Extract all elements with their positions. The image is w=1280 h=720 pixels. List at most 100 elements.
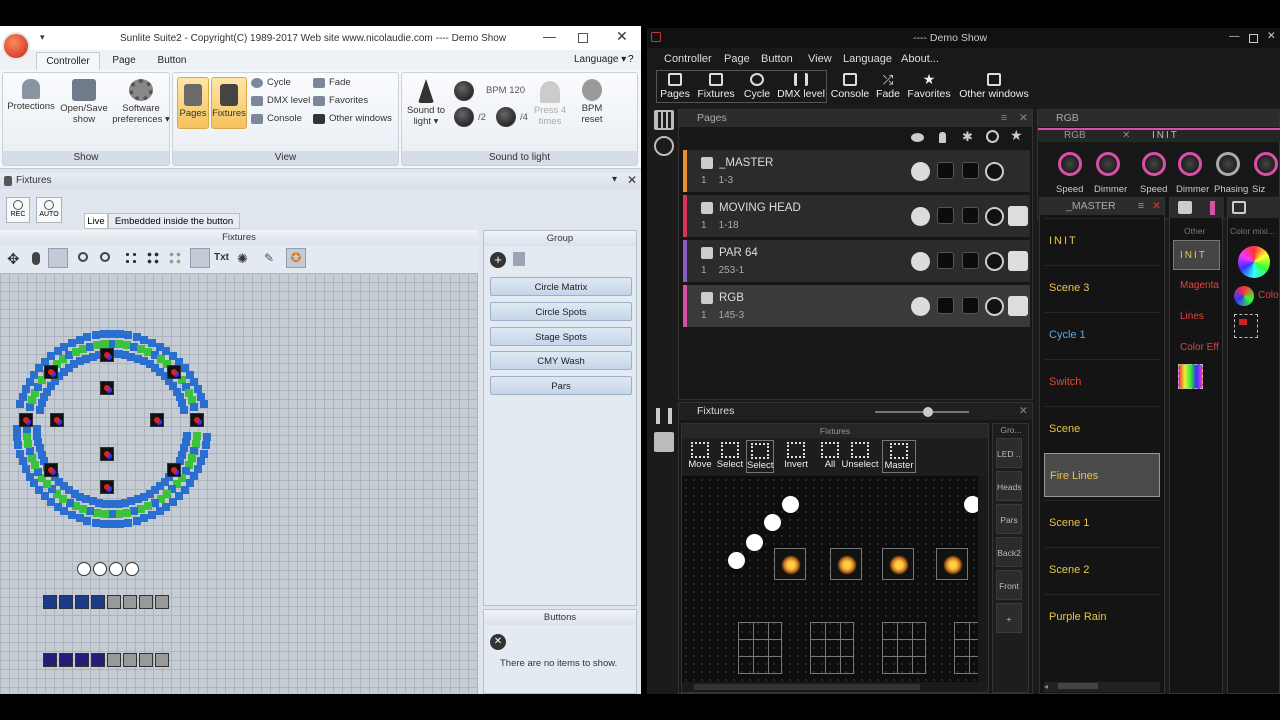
knob-dial[interactable]: [1096, 152, 1120, 176]
fixture-group-button[interactable]: Back2: [996, 537, 1022, 567]
matrix-cell[interactable]: [148, 511, 156, 519]
matrix-cell[interactable]: [31, 461, 39, 469]
remove-button-icon[interactable]: ✕: [490, 634, 506, 650]
app-logo-icon[interactable]: [2, 32, 30, 60]
select-none-icon[interactable]: [168, 251, 182, 265]
matrix-cell[interactable]: [19, 457, 27, 465]
par-light[interactable]: [93, 562, 107, 576]
page-row-asterisk-toggle[interactable]: [962, 297, 979, 314]
group-pars[interactable]: Pars: [490, 376, 632, 395]
fixture-group-button[interactable]: Pars: [996, 504, 1022, 534]
wash-fixture[interactable]: [107, 595, 121, 609]
wash-fixture[interactable]: [91, 595, 105, 609]
matrix-cell[interactable]: [14, 441, 22, 449]
matrix-cell[interactable]: [202, 441, 210, 449]
rgb-lines-button[interactable]: Lines: [1173, 311, 1219, 322]
maximize-button[interactable]: [578, 33, 588, 43]
master-button[interactable]: Scene 3: [1044, 265, 1160, 309]
matrix-cell[interactable]: [34, 468, 42, 476]
fixture-tool-button[interactable]: Invert: [782, 440, 810, 473]
page-row-visibility-icon[interactable]: [911, 162, 930, 181]
matrix-cell[interactable]: [26, 378, 34, 386]
matrix-cell[interactable]: [68, 511, 76, 519]
color-dashed-thumbnail[interactable]: [1234, 314, 1258, 338]
rec-button[interactable]: REC: [6, 197, 30, 223]
page-row-star-icon[interactable]: [1008, 251, 1028, 271]
spot-fixture[interactable]: [19, 413, 33, 427]
menu-page[interactable]: Page: [724, 53, 750, 65]
matrix-cell[interactable]: [86, 507, 94, 515]
matrix-cell[interactable]: [92, 331, 100, 339]
page-row-star-icon[interactable]: [1008, 206, 1028, 226]
group-cmy-wash[interactable]: CMY Wash: [490, 351, 632, 370]
matrix-cell[interactable]: [190, 403, 198, 411]
master-menu-icon[interactable]: ≡: [1138, 198, 1144, 215]
menu-button[interactable]: Button: [761, 53, 793, 65]
matrix-cell[interactable]: [180, 406, 188, 414]
master-button[interactable]: INIT: [1044, 218, 1160, 262]
matrix-cell[interactable]: [30, 371, 38, 379]
matrix-cell[interactable]: [54, 503, 62, 511]
press-4-times-button[interactable]: Press 4 times: [530, 79, 570, 127]
toolbar-console[interactable]: Console: [829, 70, 871, 103]
matrix-cell[interactable]: [203, 433, 211, 441]
par-light[interactable]: [125, 562, 139, 576]
page-row[interactable]: _MASTER 1 1-3: [683, 150, 1030, 192]
color-wheel-icon[interactable]: [1238, 246, 1270, 278]
matrix-cell[interactable]: [101, 510, 109, 518]
matrix-cell[interactable]: [66, 499, 74, 507]
text-icon[interactable]: Txt: [214, 252, 229, 263]
spot-fixture[interactable]: [44, 365, 58, 379]
wash-fixture[interactable]: [155, 595, 169, 609]
pages-menu-icon[interactable]: ≡: [1001, 110, 1007, 127]
select-tool-icon[interactable]: [48, 248, 68, 268]
master-button[interactable]: Scene 2: [1044, 547, 1160, 591]
fixture-point[interactable]: [746, 534, 763, 551]
tab-live[interactable]: Live: [84, 213, 108, 229]
matrix-cell[interactable]: [22, 465, 30, 473]
fixture-matrix[interactable]: [882, 622, 926, 674]
fixture-tool-button[interactable]: Select: [746, 440, 774, 473]
page-row[interactable]: MOVING HEAD 1 1-18: [683, 195, 1030, 237]
rgb-sub-close[interactable]: ✕: [1122, 130, 1130, 141]
par-light[interactable]: [77, 562, 91, 576]
master-button[interactable]: Switch: [1044, 359, 1160, 403]
matrix-cell[interactable]: [137, 505, 145, 513]
fixture-group-button[interactable]: +: [996, 603, 1022, 633]
bpm-reset-button[interactable]: BPM reset: [572, 77, 612, 125]
toolbar-fixtures[interactable]: Fixtures: [695, 70, 737, 103]
wand-icon[interactable]: ✎: [264, 251, 274, 265]
fixture-matrix[interactable]: [810, 622, 854, 674]
fade-button[interactable]: Fade: [313, 75, 351, 91]
favorite-tool-icon[interactable]: ✪: [286, 248, 306, 268]
fixtures-dark-grid[interactable]: [682, 476, 978, 682]
auto-button[interactable]: AUTO: [36, 197, 62, 223]
par-light[interactable]: [109, 562, 123, 576]
rgb-color-effect-button[interactable]: Color Eff...: [1173, 342, 1219, 353]
fixtures-zoom-slider[interactable]: [875, 407, 969, 417]
fixtures-button[interactable]: Fixtures: [211, 77, 247, 129]
master-close-icon[interactable]: ✕: [1152, 198, 1161, 215]
pages-button[interactable]: Pages: [177, 77, 209, 129]
spot-fixture[interactable]: [100, 381, 114, 395]
rgb-effect-thumbnail[interactable]: [1178, 364, 1203, 389]
matrix-cell[interactable]: [33, 432, 41, 440]
matrix-cell[interactable]: [101, 340, 109, 348]
right-minimize-button[interactable]: —: [1229, 30, 1240, 42]
matrix-cell[interactable]: [89, 497, 97, 505]
toolbar-fade[interactable]: ⤮ Fade: [874, 70, 902, 103]
matrix-cell[interactable]: [197, 457, 205, 465]
spot-fixture[interactable]: [44, 463, 58, 477]
page-row[interactable]: RGB 1 145-3: [683, 285, 1030, 327]
fixture-point[interactable]: [782, 496, 799, 513]
wash-fixture[interactable]: [107, 653, 121, 667]
fixture-point[interactable]: [964, 496, 978, 513]
dock-fixture-icon[interactable]: [654, 432, 674, 452]
tab-button[interactable]: Button: [150, 52, 194, 70]
protections-button[interactable]: Protections: [5, 77, 57, 112]
matrix-cell[interactable]: [124, 519, 132, 527]
matrix-cell[interactable]: [60, 343, 68, 351]
console-button[interactable]: Console: [251, 111, 302, 127]
matrix-cell[interactable]: [28, 396, 36, 404]
favorites-button[interactable]: Favorites: [313, 93, 368, 109]
